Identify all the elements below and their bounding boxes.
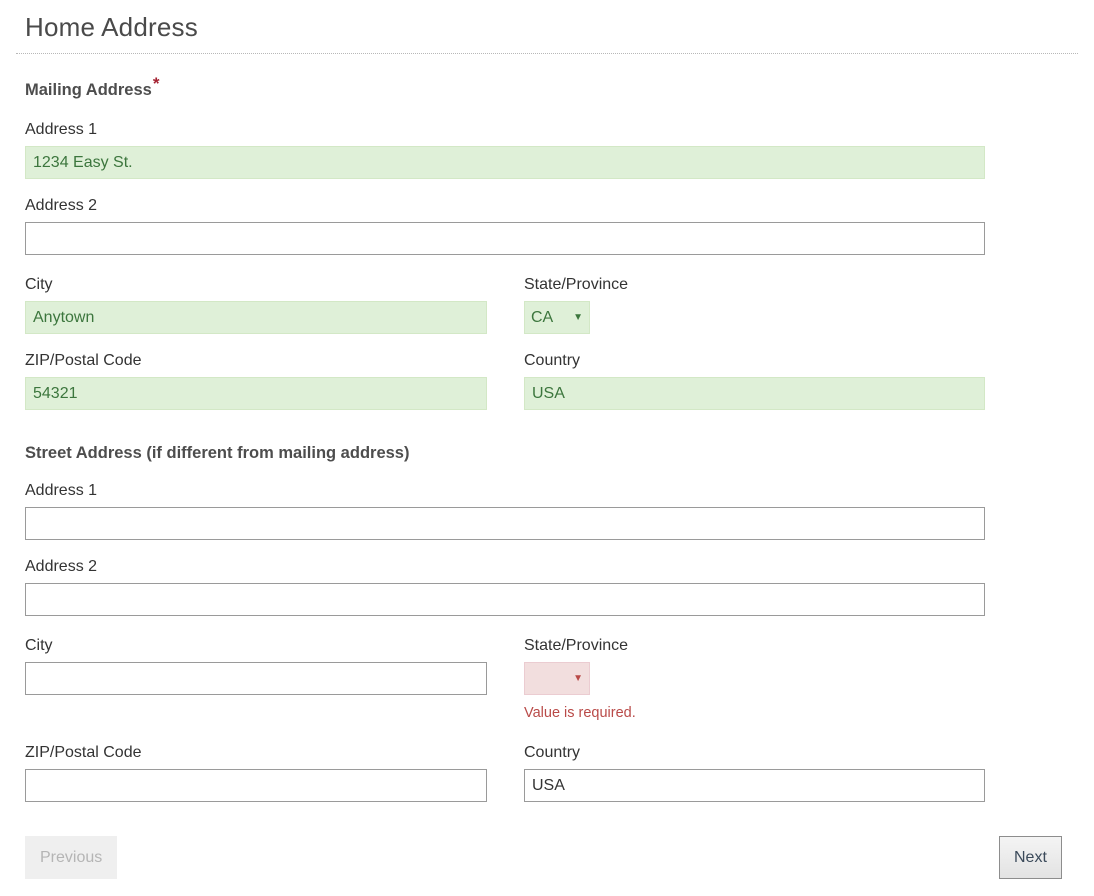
mailing-country-label: Country bbox=[524, 352, 580, 370]
street-address-heading-wrap: Street Address (if different from mailin… bbox=[25, 445, 409, 463]
street-country-label: Country bbox=[524, 744, 580, 762]
chevron-down-icon: ▼ bbox=[573, 313, 583, 323]
street-zip-label: ZIP/Postal Code bbox=[25, 744, 142, 762]
street-address-heading: Street Address (if different from mailin… bbox=[25, 445, 409, 462]
street-state-error-message: Value is required. bbox=[524, 706, 636, 721]
mailing-address-heading: Mailing Address bbox=[25, 82, 152, 99]
mailing-address1-input[interactable] bbox=[25, 146, 985, 179]
page-title: Home Address bbox=[0, 0, 1094, 53]
mailing-city-input[interactable] bbox=[25, 301, 487, 334]
mailing-state-select[interactable]: CA ▼ bbox=[524, 301, 590, 334]
mailing-address2-label: Address 2 bbox=[25, 197, 97, 215]
previous-button[interactable]: Previous bbox=[25, 836, 117, 879]
mailing-zip-label: ZIP/Postal Code bbox=[25, 352, 142, 370]
street-state-select[interactable]: ▼ bbox=[524, 662, 590, 695]
next-button[interactable]: Next bbox=[999, 836, 1062, 879]
mailing-state-label: State/Province bbox=[524, 276, 628, 294]
street-country-input[interactable] bbox=[524, 769, 985, 802]
required-asterisk: * bbox=[153, 74, 160, 93]
mailing-city-label: City bbox=[25, 276, 53, 294]
street-address2-label: Address 2 bbox=[25, 558, 97, 576]
mailing-zip-input[interactable] bbox=[25, 377, 487, 410]
street-state-label: State/Province bbox=[524, 637, 628, 655]
mailing-state-selected-value: CA bbox=[531, 309, 569, 327]
street-city-input[interactable] bbox=[25, 662, 487, 695]
street-city-label: City bbox=[25, 637, 53, 655]
mailing-address1-label: Address 1 bbox=[25, 121, 97, 139]
home-address-form-page: Home Address Mailing Address* Address 1 … bbox=[0, 0, 1094, 896]
chevron-down-icon: ▼ bbox=[573, 674, 583, 684]
mailing-address2-input[interactable] bbox=[25, 222, 985, 255]
title-divider bbox=[16, 53, 1078, 54]
mailing-address-heading-wrap: Mailing Address* bbox=[25, 82, 159, 100]
street-address1-input[interactable] bbox=[25, 507, 985, 540]
street-zip-input[interactable] bbox=[25, 769, 487, 802]
street-address2-input[interactable] bbox=[25, 583, 985, 616]
street-address1-label: Address 1 bbox=[25, 482, 97, 500]
mailing-country-input[interactable] bbox=[524, 377, 985, 410]
